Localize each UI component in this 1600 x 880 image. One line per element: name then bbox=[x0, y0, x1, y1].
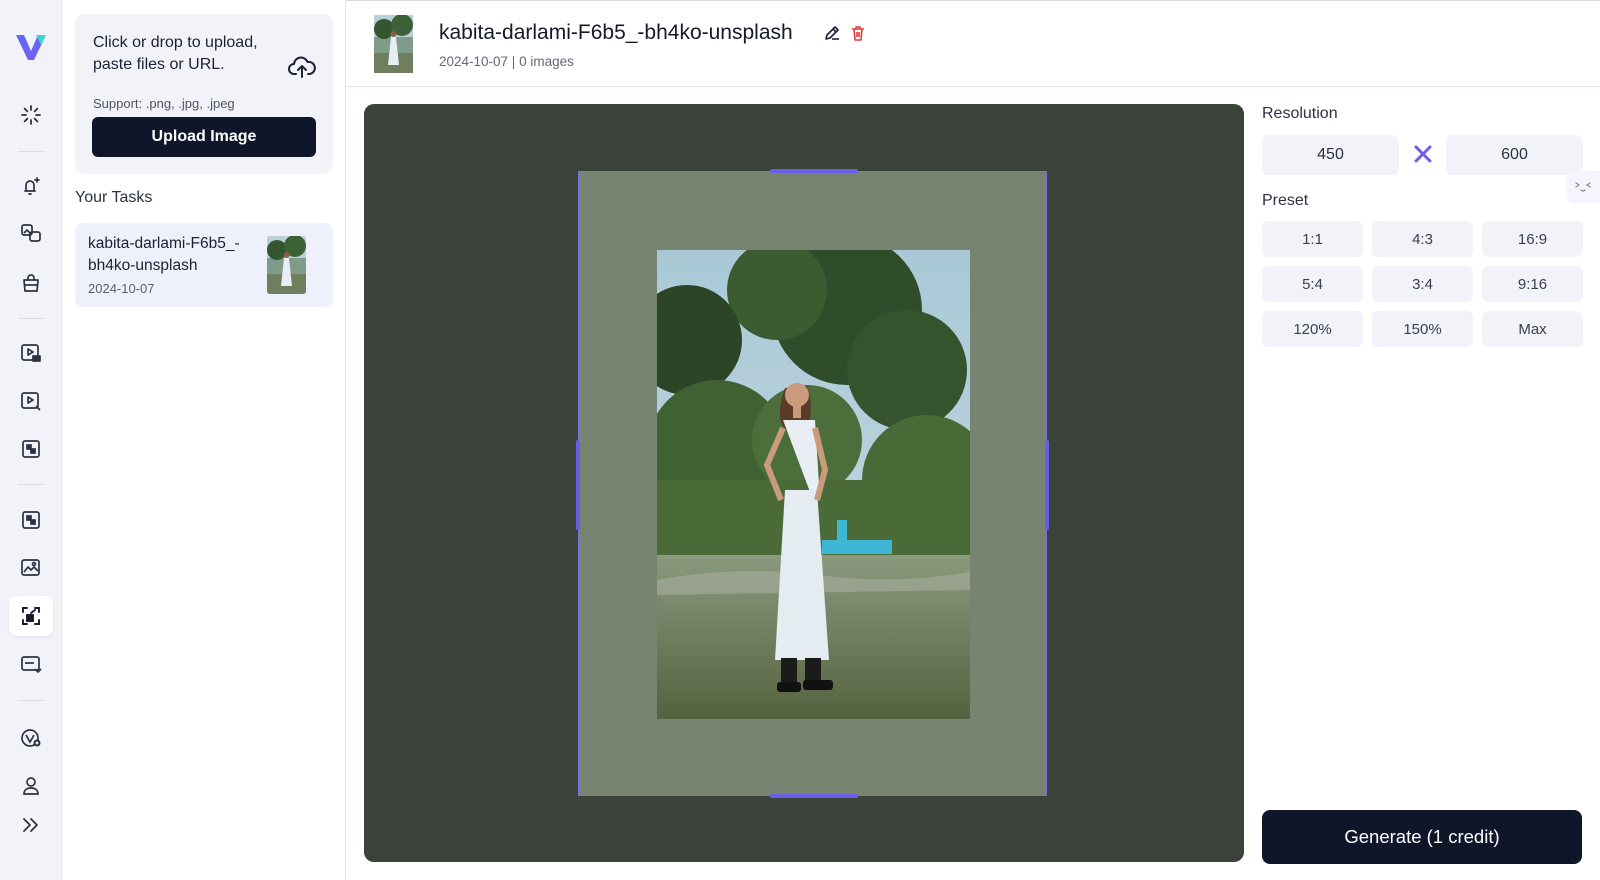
rail-divider bbox=[18, 700, 44, 701]
aspect-link-icon[interactable] bbox=[1411, 142, 1435, 166]
page-title: kabita-darlami-F6b5_-bh4ko-unsplash bbox=[439, 21, 793, 44]
rail-divider bbox=[18, 318, 44, 319]
task-date: 2024-10-07 bbox=[88, 281, 155, 296]
header-thumbnail bbox=[374, 15, 413, 73]
cloud-upload-icon bbox=[288, 56, 316, 78]
preset-label: Preset bbox=[1262, 192, 1309, 209]
feedback-tab[interactable] bbox=[1566, 171, 1600, 203]
watermark-remove-icon[interactable] bbox=[9, 644, 53, 684]
bag-icon[interactable] bbox=[9, 263, 53, 303]
preset-16-9[interactable]: 16:9 bbox=[1482, 221, 1583, 257]
icon-rail bbox=[0, 0, 62, 880]
rail-divider bbox=[18, 484, 44, 485]
generate-button[interactable]: Generate (1 credit) bbox=[1262, 810, 1582, 864]
preset-120[interactable]: 120% bbox=[1262, 311, 1363, 347]
upload-support-text: Support: .png, .jpg, .jpeg bbox=[93, 96, 235, 111]
preset-5-4[interactable]: 5:4 bbox=[1262, 266, 1363, 302]
upload-instructions: Click or drop to upload, paste files or … bbox=[93, 34, 258, 73]
preset-150[interactable]: 150% bbox=[1372, 311, 1473, 347]
height-input[interactable]: 600 bbox=[1446, 135, 1583, 175]
preset-4-3[interactable]: 4:3 bbox=[1372, 221, 1473, 257]
upload-image-button[interactable]: Upload Image bbox=[92, 117, 316, 157]
width-input[interactable]: 450 bbox=[1262, 135, 1399, 175]
image-4k-icon[interactable] bbox=[9, 548, 53, 588]
resolution-label: Resolution bbox=[1262, 105, 1338, 122]
sparkle-loader-icon[interactable] bbox=[9, 95, 53, 135]
video-enhance-icon[interactable] bbox=[9, 381, 53, 421]
expand-frame[interactable] bbox=[576, 169, 1049, 798]
edit-icon[interactable] bbox=[823, 24, 841, 42]
preset-3-4[interactable]: 3:4 bbox=[1372, 266, 1473, 302]
task-name: kabita-darlami-F6b5_-bh4ko-unsplash bbox=[88, 235, 240, 274]
video-bg-remove-icon[interactable] bbox=[9, 429, 53, 469]
brand-plus-icon[interactable] bbox=[9, 718, 53, 758]
expand-sidebar-icon[interactable] bbox=[9, 805, 53, 845]
resize-handle-right[interactable] bbox=[1045, 440, 1049, 530]
resize-handle-left[interactable] bbox=[576, 440, 580, 530]
task-thumbnail bbox=[267, 236, 306, 294]
vmake-logo[interactable] bbox=[14, 32, 48, 62]
feedback-face-icon bbox=[1575, 182, 1591, 192]
task-item[interactable]: kabita-darlami-F6b5_-bh4ko-unsplash 2024… bbox=[75, 223, 333, 307]
tasks-panel: Click or drop to upload, paste files or … bbox=[62, 0, 346, 880]
resize-handle-bottom[interactable] bbox=[770, 794, 858, 798]
editor-canvas[interactable] bbox=[364, 104, 1244, 862]
trash-icon[interactable] bbox=[849, 24, 867, 42]
tasks-heading: Your Tasks bbox=[75, 189, 153, 206]
task-meta: 2024-10-07 | 0 images bbox=[439, 54, 574, 69]
rail-divider bbox=[18, 151, 44, 152]
resize-handle-top[interactable] bbox=[770, 169, 858, 173]
preset-9-16[interactable]: 9:16 bbox=[1482, 266, 1583, 302]
upload-dropzone[interactable]: Click or drop to upload, paste files or … bbox=[75, 14, 333, 174]
video-4k-icon[interactable] bbox=[9, 333, 53, 373]
image-expand-icon[interactable] bbox=[9, 596, 53, 636]
task-header: kabita-darlami-F6b5_-bh4ko-unsplash 2024… bbox=[346, 0, 1600, 87]
preset-1-1[interactable]: 1:1 bbox=[1262, 221, 1363, 257]
image-bg-remove-icon[interactable] bbox=[9, 500, 53, 540]
bell-sparkle-icon[interactable] bbox=[9, 166, 53, 206]
image-swap-icon[interactable] bbox=[9, 213, 53, 253]
user-icon[interactable] bbox=[9, 766, 53, 806]
source-photo bbox=[657, 250, 970, 719]
preset-max[interactable]: Max bbox=[1482, 311, 1583, 347]
